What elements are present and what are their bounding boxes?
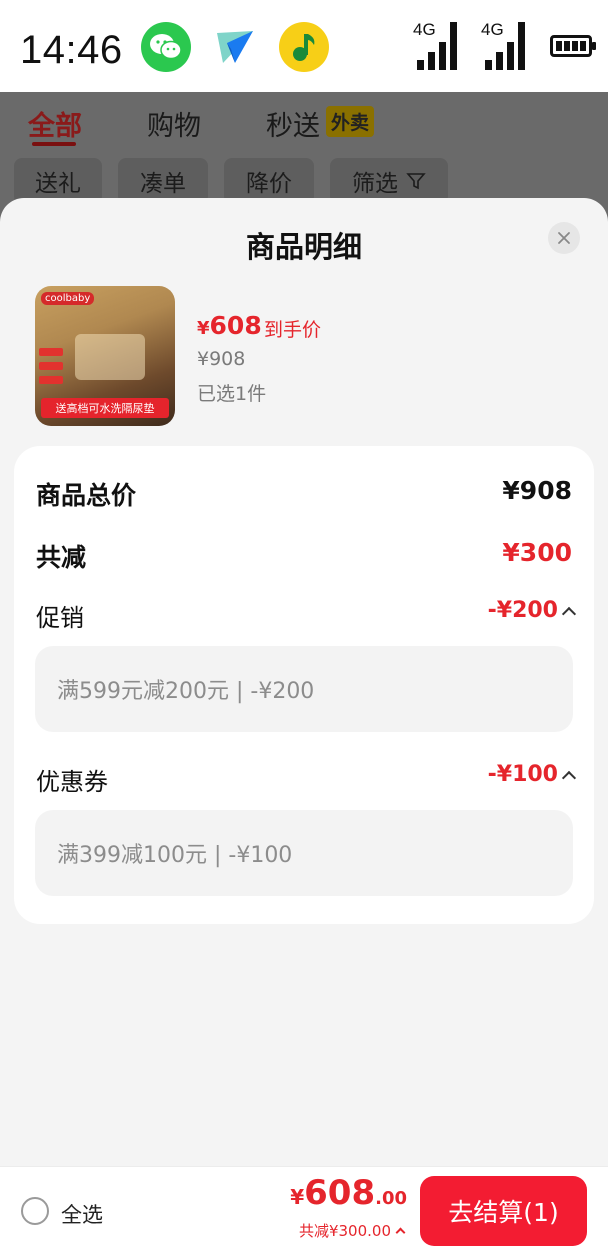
promotion-label: 促销 (36, 604, 84, 632)
battery-icon (550, 35, 596, 57)
chevron-up-icon (561, 770, 577, 785)
checkout-bar: 全选 ¥608.00 共减¥300.00 去结算(1) (0, 1166, 608, 1254)
filter-chip-label: 凑单 (140, 171, 186, 197)
close-icon (558, 232, 570, 244)
filter-chip-label: 降价 (246, 171, 292, 197)
signal-strength-icon: 4G (413, 20, 465, 72)
filter-funnel-icon (406, 173, 426, 190)
promo-banner: 送高档可水洗隔尿垫 (41, 398, 169, 418)
select-all-label[interactable]: 全选 (61, 1199, 103, 1229)
tab-express: 秒送 (266, 111, 320, 142)
tab-underline (32, 142, 76, 146)
promotion-detail-text: 满599元减200元 | -¥200 (57, 679, 315, 704)
takeout-badge: 外卖 (326, 106, 375, 137)
saved-amount: 共减¥300.00 (298, 1222, 391, 1240)
total-price-value: ¥908 (502, 476, 572, 505)
chevron-up-icon (561, 606, 577, 621)
select-all-radio[interactable] (21, 1197, 49, 1225)
close-button[interactable] (548, 222, 580, 254)
original-price: ¥908 (197, 348, 246, 370)
coupon-value: -¥100 (487, 762, 558, 787)
sheet-title: 商品明细 (245, 230, 362, 264)
total-price-label: 商品总价 (36, 481, 137, 510)
status-bar: 14:46 4G 4G (0, 0, 608, 92)
price-summary-card: 商品总价 ¥908 共减 ¥300 促销 -¥200 满599元减200元 | … (14, 446, 594, 924)
paper-plane-icon (210, 22, 260, 72)
discount-label: 共减 (36, 543, 87, 572)
selected-count: 已选1件 (197, 383, 267, 405)
final-price-tag: 到手价 (264, 319, 322, 341)
wechat-icon (141, 22, 191, 72)
crib-image (75, 334, 145, 380)
checkout-button[interactable]: 去结算(1) (420, 1176, 587, 1246)
promotion-toggle[interactable]: -¥200 (487, 598, 577, 623)
final-price: ¥608 (197, 311, 262, 340)
coupon-detail-text: 满399减100元 | -¥100 (57, 843, 293, 868)
promotion-detail: 满599元减200元 | -¥200 (35, 646, 573, 732)
music-icon (279, 22, 329, 72)
signal-strength-icon: 4G (481, 20, 533, 72)
coupon-detail: 满399减100元 | -¥100 (35, 810, 573, 896)
tab-all: 全部 (28, 111, 82, 142)
promotion-value: -¥200 (487, 598, 558, 623)
product-thumbnail[interactable]: coolbaby 送高档可水洗隔尿垫 (35, 286, 175, 426)
saved-amount-toggle[interactable]: 共减¥300.00 (298, 1220, 406, 1241)
coupon-toggle[interactable]: -¥100 (487, 762, 577, 787)
checkout-total: ¥608.00 (290, 1173, 407, 1213)
tab-shopping: 购物 (147, 111, 201, 142)
coupon-label: 优惠券 (36, 768, 108, 796)
brand-logo: coolbaby (41, 292, 95, 305)
filter-chip-label: 筛选 (352, 171, 398, 197)
chevron-up-icon (395, 1227, 406, 1238)
filter-chip-label: 送礼 (35, 171, 81, 197)
discount-value: ¥300 (502, 538, 572, 567)
product-details-sheet: 商品明细 coolbaby 送高档可水洗隔尿垫 ¥608 到手价 ¥908 已选… (0, 198, 608, 1166)
status-time: 14:46 (20, 28, 123, 72)
